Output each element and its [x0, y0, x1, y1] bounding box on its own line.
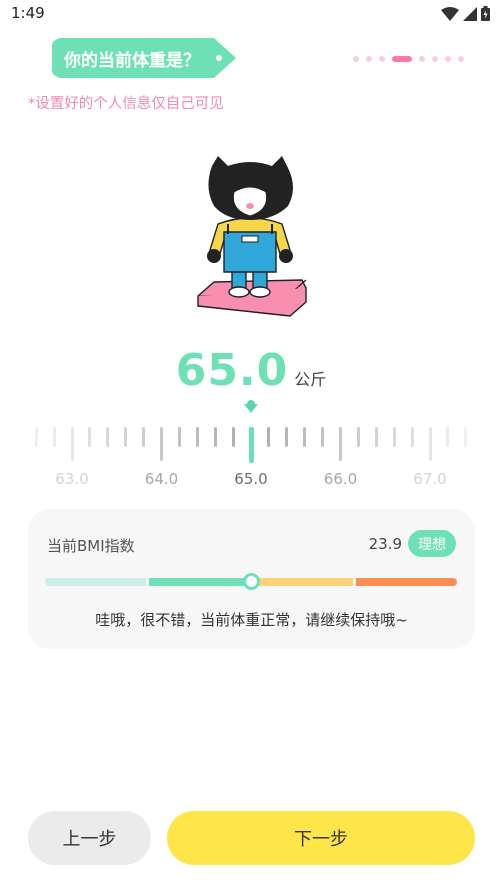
ruler-tick — [213, 427, 217, 447]
progress-indicator — [353, 56, 464, 62]
question-text: 你的当前体重是？ — [64, 50, 200, 71]
ruler-tick — [160, 427, 163, 461]
bmi-status-badge: 理想 — [408, 530, 456, 557]
ruler-label: 65.0 — [234, 470, 268, 488]
progress-dot-active — [392, 56, 412, 62]
progress-dot — [419, 56, 425, 62]
privacy-note: *设置好的个人信息仅自己可见 — [28, 96, 224, 112]
ruler-tick — [446, 427, 450, 447]
weight-value: 65.0 — [175, 345, 289, 396]
status-time: 1:49 — [11, 4, 45, 22]
status-icons — [441, 6, 490, 21]
ruler-tick — [428, 427, 432, 461]
bmi-scale-bar — [45, 573, 457, 590]
ruler-tick — [34, 427, 38, 447]
ruler-tick — [392, 427, 396, 447]
ruler-tick — [124, 427, 128, 447]
bmi-segment-normal — [148, 578, 250, 586]
progress-dot — [432, 56, 438, 62]
question-tag: 你的当前体重是？ — [52, 38, 236, 78]
wifi-icon — [441, 6, 459, 21]
ruler-tick — [267, 427, 271, 447]
bmi-segment-underweight — [45, 578, 146, 586]
bmi-indicator-knob — [243, 573, 260, 590]
progress-dot — [458, 56, 464, 62]
ruler-label: 63.0 — [55, 470, 89, 488]
ruler-tick — [88, 427, 92, 447]
status-bar: 1:49 — [0, 0, 502, 28]
next-step-button[interactable]: 下一步 — [167, 811, 475, 865]
weight-ruler[interactable]: 63.0 64.0 65.0 66.0 67.0 — [0, 420, 502, 495]
bmi-message: 哇哦，很不错，当前体重正常，请继续保持哦~ — [95, 611, 408, 629]
bmi-label: 当前BMI指数 — [47, 537, 135, 555]
ruler-tick — [339, 427, 342, 461]
bmi-segment-obese — [356, 578, 457, 586]
ruler-tick — [374, 427, 378, 447]
ruler-tick — [52, 427, 56, 447]
ruler-tick — [410, 427, 414, 447]
ruler-tick — [464, 427, 468, 447]
ruler-tick — [303, 427, 307, 447]
bmi-segment-overweight — [252, 578, 354, 586]
ruler-tick — [285, 427, 289, 447]
ruler-tick — [177, 427, 181, 447]
ruler-tick — [195, 427, 199, 447]
previous-step-button[interactable]: 上一步 — [28, 811, 151, 865]
progress-dot — [445, 56, 451, 62]
weight-unit: 公斤 — [294, 370, 327, 389]
ruler-tick — [356, 427, 360, 447]
progress-dot — [366, 56, 372, 62]
ruler-tick — [321, 427, 325, 447]
ruler-label: 64.0 — [144, 470, 179, 488]
ruler-label: 67.0 — [413, 470, 447, 488]
question-tag-dot — [216, 55, 222, 61]
progress-dot — [353, 56, 359, 62]
ruler-label: 66.0 — [323, 470, 358, 488]
progress-dot — [379, 56, 385, 62]
ruler-tick — [231, 427, 235, 447]
ruler-tick — [70, 427, 74, 461]
ruler-tick-selected — [248, 427, 254, 463]
signal-icon — [463, 6, 477, 21]
battery-icon — [481, 6, 490, 21]
ruler-tick — [106, 427, 110, 447]
ruler-tick — [142, 427, 146, 447]
ruler-pointer — [244, 400, 258, 413]
bmi-card: 当前BMI指数 23.9 理想 哇哦，很不错，当前体重正常，请继续保持哦~ — [28, 509, 475, 649]
cat-on-scale-illustration — [197, 156, 307, 317]
weight-display: 65.0 公斤 — [0, 345, 502, 396]
bmi-value: 23.9 — [368, 535, 402, 553]
